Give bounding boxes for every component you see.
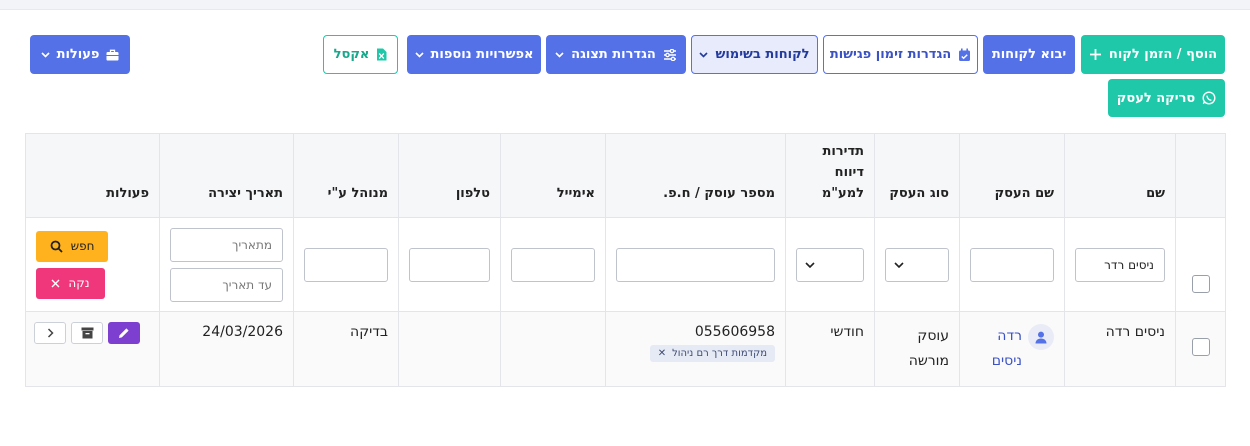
business-name-link[interactable]: רדה ניסים xyxy=(972,324,1022,374)
chevron-down-icon xyxy=(555,51,564,58)
more-options-dropdown[interactable]: אפשרויות נוספות xyxy=(407,35,541,74)
row-business-type-cell: עוסק מורשה xyxy=(874,311,960,387)
add-invite-client-button[interactable]: הוסף / הזמן לקוח xyxy=(1081,35,1225,74)
row-vat-frequency-cell: חודשי xyxy=(785,311,875,387)
vat-frequency-filter-select[interactable] xyxy=(796,247,864,282)
chevron-down-icon xyxy=(699,51,709,58)
pencil-icon xyxy=(118,327,130,339)
filter-email-cell xyxy=(500,217,606,312)
vat-frequency-column-header[interactable]: תדירות דיווח למע"מ xyxy=(785,133,875,218)
filter-row: ניסים רדר מתאריך עד תאריך חפש נקה xyxy=(25,217,1226,312)
filter-managed-by-cell xyxy=(293,217,399,312)
scan-label: סריקה לעסק xyxy=(1116,90,1196,106)
clients-table: שם שם העסק סוג העסק תדירות דיווח למע"מ מ… xyxy=(25,133,1226,387)
table-header-row: שם שם העסק סוג העסק תדירות דיווח למע"מ מ… xyxy=(25,133,1226,218)
dealer-number-value: 055606958 xyxy=(694,324,775,340)
expand-row-button[interactable] xyxy=(34,322,66,344)
archive-button[interactable] xyxy=(71,322,103,344)
more-options-label: אפשרויות נוספות xyxy=(430,47,534,62)
row-business-name-cell: רדה ניסים xyxy=(959,311,1065,387)
select-column-header xyxy=(1175,133,1226,218)
row-checkbox[interactable] xyxy=(1191,338,1210,356)
row-dealer-number-cell: 055606958 מקדמות דרך רם ניהול ✕ xyxy=(605,311,786,387)
created-date-column-header[interactable]: תאריך יצירה xyxy=(159,133,294,218)
clear-label: נקה xyxy=(68,276,90,290)
meeting-settings-label: הגדרות זימון פגישות xyxy=(829,47,952,62)
dealer-number-filter-input[interactable] xyxy=(616,247,775,282)
chevron-right-icon xyxy=(47,328,54,338)
actions-dropdown[interactable]: פעולות xyxy=(30,35,130,74)
filter-select-cell xyxy=(1175,217,1226,312)
plus-icon xyxy=(1089,48,1102,61)
row-actions-cell xyxy=(25,311,160,387)
phone-filter-input[interactable] xyxy=(409,247,490,282)
name-column-header[interactable]: שם xyxy=(1064,133,1176,218)
dealer-number-column-header[interactable]: מספר עוסק / ח.פ. xyxy=(605,133,786,218)
select-all-checkbox[interactable] xyxy=(1191,275,1210,293)
clear-button[interactable]: נקה xyxy=(36,267,105,299)
row-email-cell xyxy=(500,311,606,387)
filter-business-name-cell xyxy=(959,217,1065,312)
remove-tag-icon[interactable]: ✕ xyxy=(658,348,666,359)
managed-by-filter-input[interactable] xyxy=(304,247,388,282)
chevron-down-icon xyxy=(894,261,904,268)
filter-vat-frequency-cell xyxy=(785,217,875,312)
from-date-input[interactable]: מתאריך xyxy=(170,227,283,262)
row-managed-by-cell: בדיקה xyxy=(293,311,399,387)
user-avatar-icon xyxy=(1028,324,1054,350)
row-name-cell: ניסים רדה xyxy=(1064,311,1176,387)
excel-file-icon xyxy=(376,48,387,61)
row-phone-cell xyxy=(398,311,501,387)
email-filter-input[interactable] xyxy=(511,247,595,282)
chevron-down-icon xyxy=(414,51,424,58)
whatsapp-icon xyxy=(1202,91,1216,105)
business-name-column-header[interactable]: שם העסק xyxy=(959,133,1065,218)
filter-created-date-cell: מתאריך עד תאריך xyxy=(159,217,294,312)
row-select-cell xyxy=(1175,311,1226,387)
phone-column-header[interactable]: טלפון xyxy=(398,133,501,218)
sliders-icon xyxy=(663,48,677,61)
actions-label: פעולות xyxy=(56,47,100,62)
actions-column-header: פעולות xyxy=(25,133,160,218)
display-settings-dropdown[interactable]: הגדרות תצוגה xyxy=(546,35,686,74)
business-name-filter-input[interactable] xyxy=(970,247,1054,282)
briefcase-icon xyxy=(106,49,119,61)
excel-export-button[interactable]: אקסל xyxy=(323,35,398,74)
search-label: חפש xyxy=(70,239,95,253)
name-filter-input[interactable]: ניסים רדר xyxy=(1075,247,1165,282)
status-tag: מקדמות דרך רם ניהול ✕ xyxy=(649,345,775,362)
search-icon xyxy=(50,240,63,253)
import-label: יבוא לקוחות xyxy=(991,47,1067,62)
close-icon xyxy=(51,279,60,288)
active-clients-dropdown[interactable]: לקוחות בשימוש xyxy=(691,35,818,74)
import-clients-button[interactable]: יבוא לקוחות xyxy=(983,35,1075,74)
meeting-settings-button[interactable]: הגדרות זימון פגישות xyxy=(823,35,978,74)
add-invite-label: הוסף / הזמן לקוח xyxy=(1108,47,1218,62)
table-row[interactable]: ניסים רדה רדה ניסים עוסק מורשה חודשי 055… xyxy=(25,311,1226,387)
business-type-column-header[interactable]: סוג העסק xyxy=(874,133,960,218)
archive-icon xyxy=(81,327,94,339)
filter-business-type-cell xyxy=(874,217,960,312)
email-column-header[interactable]: אימייל xyxy=(500,133,606,218)
filter-dealer-number-cell xyxy=(605,217,786,312)
active-clients-label: לקוחות בשימוש xyxy=(715,47,810,62)
tag-label: מקדמות דרך רם ניהול xyxy=(672,348,767,359)
chevron-down-icon xyxy=(805,261,815,268)
display-settings-label: הגדרות תצוגה xyxy=(571,47,656,62)
excel-label: אקסל xyxy=(333,47,370,62)
managed-by-column-header[interactable]: מנוהל ע"י xyxy=(293,133,399,218)
business-type-filter-select[interactable] xyxy=(885,247,949,282)
edit-button[interactable] xyxy=(108,322,140,344)
filter-phone-cell xyxy=(398,217,501,312)
filter-name-cell: ניסים רדר xyxy=(1064,217,1176,312)
chevron-down-icon xyxy=(40,51,50,58)
calendar-icon xyxy=(958,48,971,62)
scan-to-business-button[interactable]: סריקה לעסק xyxy=(1108,79,1225,117)
to-date-input[interactable]: עד תאריך xyxy=(170,267,283,302)
filter-actions-cell: חפש נקה xyxy=(25,217,160,312)
search-button[interactable]: חפש xyxy=(36,230,108,262)
row-created-date-cell: 24/03/2026 xyxy=(159,311,294,387)
